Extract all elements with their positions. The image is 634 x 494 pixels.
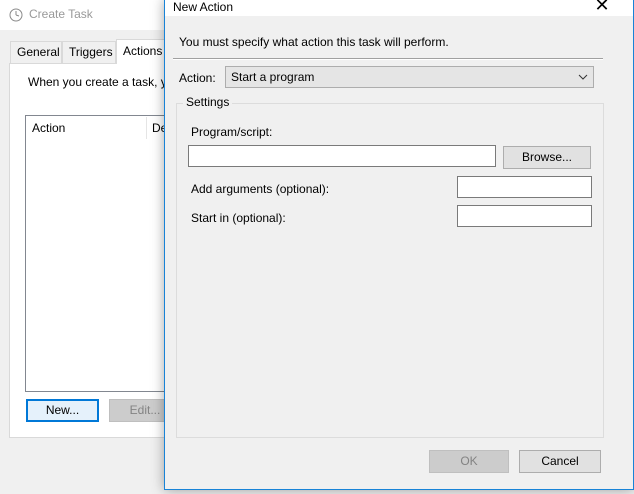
create-task-title: Create Task (29, 7, 93, 21)
new-action-title: New Action (173, 0, 234, 14)
arguments-label: Add arguments (optional): (191, 182, 330, 196)
program-script-input[interactable] (188, 145, 496, 167)
ok-button[interactable]: OK (429, 450, 509, 473)
new-action-button[interactable]: New... (26, 399, 99, 422)
action-select-value: Start a program (231, 70, 315, 84)
tab-general[interactable]: General (10, 41, 62, 63)
start-in-label: Start in (optional): (191, 211, 286, 225)
new-action-titlebar (165, 0, 633, 16)
close-icon[interactable]: ✕ (591, 0, 613, 16)
chevron-down-icon (578, 74, 588, 80)
cancel-button[interactable]: Cancel (519, 450, 601, 473)
clock-icon (9, 8, 23, 22)
arguments-input[interactable] (457, 176, 592, 198)
action-label: Action: (179, 71, 216, 85)
browse-button[interactable]: Browse... (503, 146, 591, 169)
divider-highlight (173, 59, 603, 60)
settings-legend: Settings (183, 95, 233, 109)
create-task-intro-text: When you create a task, y (28, 75, 167, 89)
action-select[interactable]: Start a program (225, 66, 594, 88)
tab-triggers[interactable]: Triggers (62, 41, 116, 63)
new-action-dialog: New Action ✕ You must specify what actio… (164, 0, 634, 490)
column-header-action[interactable]: Action (32, 121, 65, 135)
column-separator (146, 117, 147, 139)
instruction-text: You must specify what action this task w… (179, 35, 449, 49)
start-in-input[interactable] (457, 205, 592, 227)
program-script-label: Program/script: (191, 125, 273, 139)
